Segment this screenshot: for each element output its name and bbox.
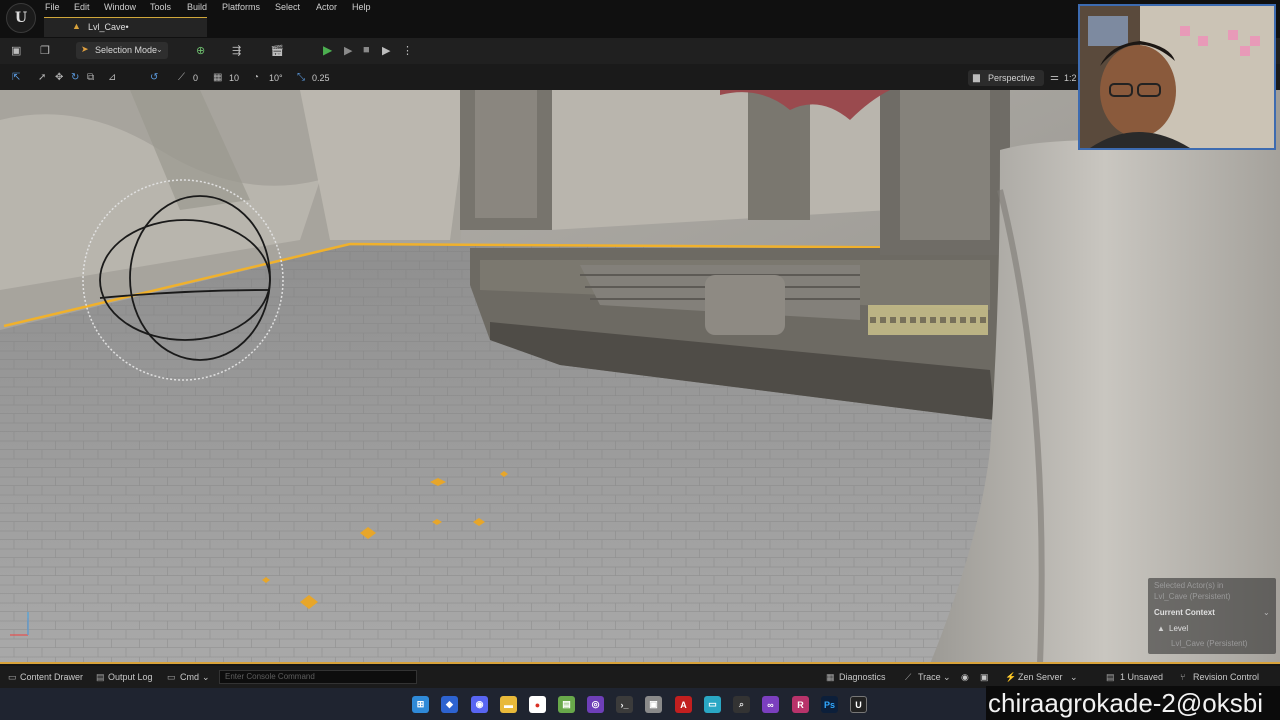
revision-control-button[interactable]: Revision Control (1193, 672, 1259, 682)
grid-snap-value[interactable]: 10 (229, 73, 239, 83)
menu-edit[interactable]: Edit (74, 2, 90, 12)
unreal-logo-icon[interactable]: U (6, 3, 36, 33)
chevron-down-icon[interactable]: ⌄ (202, 672, 210, 683)
coordinate-icon[interactable]: ⊿ (108, 72, 116, 83)
context-chevron-icon[interactable]: ⌄ (1263, 608, 1270, 617)
output-log-icon: ▤ (96, 672, 105, 682)
console-placeholder: Enter Console Command (225, 672, 315, 681)
angle-snap-icon[interactable]: ◔ (253, 72, 259, 83)
blueprint-icon[interactable]: ⇶ (232, 44, 241, 57)
menu-actor[interactable]: Actor (316, 2, 337, 12)
photoshop-icon[interactable]: Ps (821, 696, 838, 713)
step-icon[interactable]: ▶︎ (344, 44, 352, 57)
chevron-down-icon: ⌄ (156, 45, 163, 54)
more-options-icon[interactable]: ⋮ (402, 44, 413, 57)
webcam-overlay (1078, 4, 1276, 150)
unsaved-icon: ▤ (1106, 672, 1115, 682)
menu-file[interactable]: File (45, 2, 60, 12)
translate-icon[interactable]: ✥ (55, 72, 63, 83)
level-name-label[interactable]: Lvl_Cave (Persistent) (1171, 639, 1247, 648)
perspective-label: Perspective (988, 73, 1036, 83)
view-extra-value[interactable]: 1:2 (1064, 73, 1077, 83)
visual-studio-icon[interactable]: ∞ (762, 696, 779, 713)
menu-window[interactable]: Window (104, 2, 136, 12)
diagnostics-button[interactable]: Diagnostics (839, 672, 886, 682)
unreal-engine-icon[interactable]: U (850, 696, 867, 713)
trace-chevron-icon[interactable]: ⌄ (943, 672, 951, 683)
cmd-icon: ▭ (167, 672, 176, 682)
current-context-label: Current Context (1154, 608, 1215, 617)
tool-icon[interactable]: ▭ (704, 696, 721, 713)
save-icon[interactable]: ▣ (11, 44, 21, 57)
record-icon[interactable]: ◉ (961, 672, 969, 683)
content-drawer-button[interactable]: Content Drawer (20, 672, 83, 682)
select-icon[interactable]: ➚ (38, 72, 46, 83)
tab-label: Lvl_Cave• (88, 22, 129, 32)
terminal-icon[interactable]: ›_ (616, 696, 633, 713)
store-icon[interactable]: ◆ (441, 696, 458, 713)
chrome-icon[interactable]: ● (529, 696, 546, 713)
discord-icon[interactable]: ◉ (471, 696, 488, 713)
rider-icon[interactable]: R (792, 696, 809, 713)
stop-icon[interactable]: ■ (363, 44, 370, 56)
zen-chevron-icon[interactable]: ⌄ (1070, 672, 1078, 683)
webcam-image (1080, 6, 1274, 148)
menu-select[interactable]: Select (275, 2, 300, 12)
zen-server-button[interactable]: Zen Server (1018, 672, 1063, 682)
level-viewport[interactable] (0, 90, 1280, 664)
scale-snap-value[interactable]: 0.25 (312, 73, 330, 83)
revision-control-icon: ⑂ (1180, 672, 1186, 682)
play-icon[interactable]: ▶ (323, 43, 332, 57)
trace-button[interactable]: Trace (918, 672, 941, 682)
scale-snap-icon[interactable]: ⤡ (297, 72, 305, 83)
adobe-icon[interactable]: A (675, 696, 692, 713)
menu-build[interactable]: Build (187, 2, 207, 12)
select-mode-icon[interactable]: ⇱ (12, 72, 20, 83)
obs-icon[interactable]: ◎ (587, 696, 604, 713)
unsaved-button[interactable]: 1 Unsaved (1120, 672, 1163, 682)
level-icon: ▲ (1157, 624, 1165, 633)
scale-icon[interactable]: ⧉ (87, 72, 94, 83)
selection-mode-label: Selection Mode (95, 45, 158, 55)
trace-icon: ⟋ (905, 672, 912, 682)
output-log-button[interactable]: Output Log (108, 672, 153, 682)
add-actor-icon[interactable]: ⊕ (196, 44, 205, 57)
cinematics-icon[interactable]: 🎬︎ (270, 44, 284, 57)
level-label[interactable]: Level (1169, 624, 1188, 633)
content-drawer-icon: ▭ (8, 672, 17, 682)
zen-server-icon: ⚡ (1005, 672, 1017, 682)
selected-actors-label: Selected Actor(s) in (1154, 581, 1224, 590)
file-explorer-icon[interactable]: ▬ (500, 696, 517, 713)
upi-watermark: chiraagrokade-2@oksbi (986, 686, 1280, 720)
play-options-icon[interactable]: ▶ (382, 44, 390, 57)
cursor-icon: ➤ (81, 44, 89, 54)
level-icon: ▲ (72, 21, 81, 31)
diagnostics-icon: ▦ (826, 672, 835, 682)
view-options-icon[interactable]: ⚌ (1050, 72, 1059, 83)
windows-start-icon[interactable]: ⊞ (412, 696, 429, 713)
app-icon[interactable]: ▣ (645, 696, 662, 713)
cmd-dropdown[interactable]: Cmd (180, 672, 199, 682)
angle-snap-value[interactable]: 10° (269, 73, 283, 83)
camera-icon: ▆ (973, 72, 980, 82)
notepad-icon[interactable]: ▤ (558, 696, 575, 713)
viewport-scene (0, 90, 1280, 662)
menu-help[interactable]: Help (352, 2, 371, 12)
rotation-snap-icon[interactable]: ⟋ (178, 72, 185, 83)
snapshot-icon[interactable]: ▣ (980, 672, 989, 683)
rotation-snap-value[interactable]: 0 (193, 73, 198, 83)
grid-snap-icon[interactable]: ▦ (213, 72, 222, 83)
selected-level-label: Lvl_Cave (Persistent) (1154, 592, 1231, 601)
menu-platforms[interactable]: Platforms (222, 2, 260, 12)
surface-snap-icon[interactable]: ↺ (150, 72, 158, 83)
browse-icon[interactable]: ❐ (40, 44, 50, 57)
menu-tools[interactable]: Tools (150, 2, 171, 12)
search-icon[interactable]: ⌕ (733, 696, 750, 713)
rotate-icon[interactable]: ↻ (71, 72, 79, 83)
